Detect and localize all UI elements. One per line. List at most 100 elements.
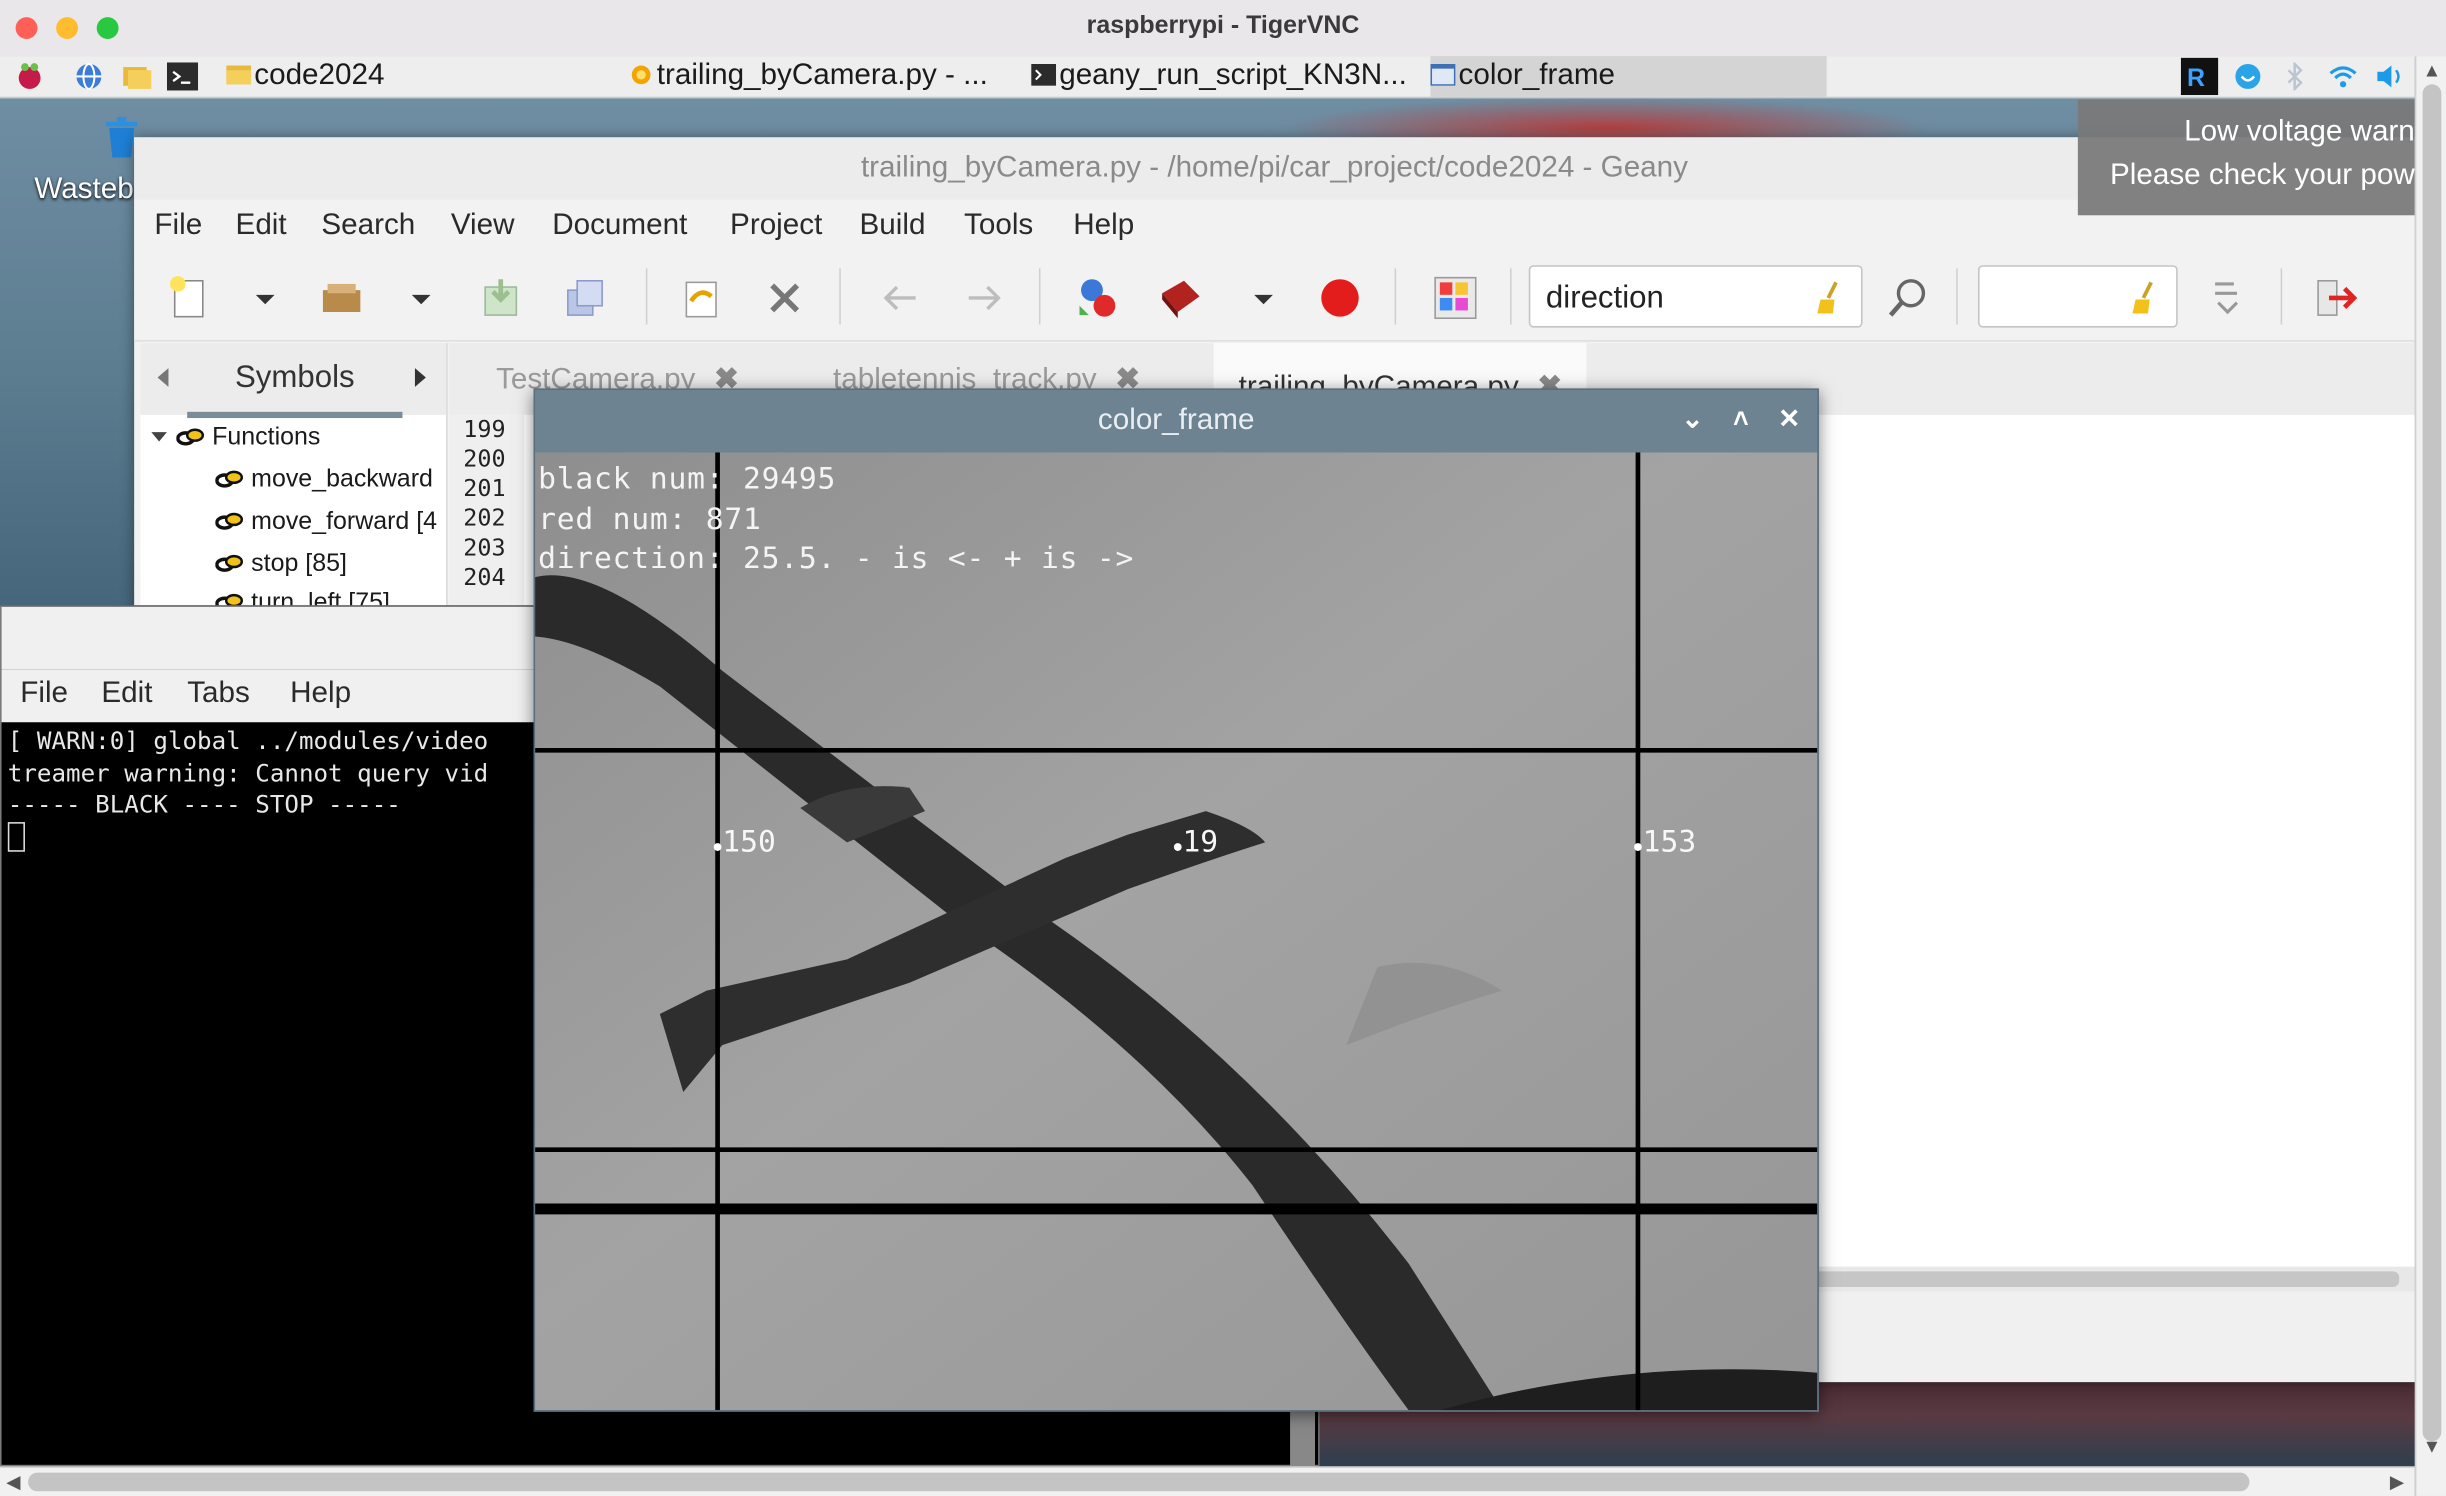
- wifi-icon[interactable]: [2327, 62, 2358, 90]
- open-file-icon[interactable]: [318, 275, 365, 322]
- menu-file[interactable]: File: [154, 209, 202, 243]
- minimize-chevron-icon[interactable]: ⌄: [1677, 404, 1708, 435]
- menu-document[interactable]: Document: [552, 209, 687, 243]
- scrollbar-thumb[interactable]: [2422, 84, 2442, 1442]
- file-manager-icon[interactable]: [122, 62, 153, 90]
- menu-build[interactable]: Build: [860, 209, 926, 243]
- compile-icon[interactable]: [1073, 275, 1120, 322]
- terminal-menu-file[interactable]: File: [20, 677, 68, 711]
- menu-search[interactable]: Search: [321, 209, 415, 243]
- maximize-chevron-icon[interactable]: ˄: [1725, 404, 1756, 435]
- taskbar-item-color-frame[interactable]: color_frame: [1430, 56, 1827, 97]
- low-voltage-notification[interactable]: Low voltage warn Please check your pow: [2077, 99, 2415, 216]
- tree-item[interactable]: stop [85]: [215, 551, 347, 579]
- new-file-icon[interactable]: [165, 275, 212, 322]
- close-file-icon[interactable]: [761, 275, 808, 322]
- revert-icon[interactable]: [677, 275, 724, 322]
- scroll-up-arrow-icon[interactable]: ▲: [2423, 59, 2442, 81]
- vnc-vertical-scrollbar[interactable]: ▲ ▼: [2414, 56, 2446, 1496]
- build-dropdown-icon[interactable]: [1248, 275, 1279, 322]
- open-dropdown-icon[interactable]: [406, 275, 437, 322]
- tree-item-label: move_backward: [251, 466, 433, 493]
- clear-search-icon[interactable]: [1814, 281, 1845, 315]
- raspberry-menu-icon[interactable]: [16, 62, 44, 90]
- save-all-icon[interactable]: [562, 275, 609, 322]
- clear-goto-icon[interactable]: [2129, 281, 2160, 315]
- tree-item-label: stop [85]: [251, 550, 347, 578]
- tree-root-label: Functions: [212, 424, 321, 451]
- scrollbar-thumb[interactable]: [28, 1472, 2250, 1492]
- vnc-titlebar: raspberrypi - TigerVNC: [0, 0, 2446, 58]
- build-icon[interactable]: [1157, 275, 1204, 322]
- scroll-left-arrow-icon[interactable]: ◀: [6, 1471, 20, 1493]
- terminal-output[interactable]: [ WARN:0] global ../modules/video treamer…: [7, 725, 489, 855]
- terminal-line: treamer warning: Cannot query vid: [7, 758, 489, 787]
- taskbar-item-label: code2024: [254, 59, 385, 93]
- line-number: 199: [463, 414, 506, 444]
- function-icon: [176, 428, 205, 446]
- line-number: 203: [463, 533, 506, 562]
- overlay-red-num: red num: 871: [538, 502, 762, 537]
- scroll-down-arrow-icon[interactable]: ▼: [2423, 1435, 2442, 1457]
- terminal-scrollbar[interactable]: [1290, 1411, 1316, 1468]
- terminal-menu-edit[interactable]: Edit: [101, 677, 152, 711]
- color-chooser-icon[interactable]: [1432, 275, 1479, 322]
- tracking-point: [1634, 843, 1642, 851]
- overlay-black-num: black num: 29495: [538, 461, 837, 497]
- terminal-menu-tabs[interactable]: Tabs: [187, 677, 250, 711]
- scroll-right-arrow-icon[interactable]: ▶: [2390, 1471, 2404, 1493]
- taskbar-item-code2024[interactable]: code2024: [226, 56, 600, 97]
- taskbar-item-geany-run-script[interactable]: geany_run_script_KN3N...: [1031, 56, 1424, 97]
- tree-item[interactable]: move_backward: [215, 466, 433, 494]
- stop-icon[interactable]: [1317, 275, 1364, 322]
- svg-text:R: R: [2187, 64, 2205, 92]
- geany-toolbar: direction: [134, 252, 2415, 342]
- camera-view: black num: 29495 red num: 871 direction:…: [535, 452, 1818, 1411]
- color-frame-window: color_frame ⌄ ˄ ✕ black num: 29495 red n…: [533, 388, 1819, 1412]
- new-dropdown-icon[interactable]: [250, 275, 281, 322]
- tab-scroll-left-icon[interactable]: [153, 365, 172, 390]
- notification-line1: Low voltage warn: [2184, 115, 2415, 149]
- back-icon[interactable]: [877, 275, 924, 322]
- terminal-cursor: [7, 821, 25, 851]
- terminal-menu-help[interactable]: Help: [290, 677, 351, 711]
- vnc-server-icon[interactable]: R: [2180, 57, 2219, 96]
- tab-symbols[interactable]: Symbols: [187, 343, 403, 419]
- line-number: 202: [463, 503, 506, 532]
- save-icon[interactable]: [477, 275, 524, 322]
- menu-view[interactable]: View: [451, 209, 515, 243]
- find-icon[interactable]: [1884, 275, 1931, 322]
- tree-item[interactable]: move_forward [4: [215, 509, 437, 537]
- notification-line2: Please check your pow: [2110, 159, 2415, 192]
- menu-edit[interactable]: Edit: [236, 209, 287, 243]
- terminal-line: ----- BLACK ---- STOP -----: [7, 790, 401, 819]
- terminal-cursor-line: [7, 821, 488, 855]
- scrollbar-thumb[interactable]: [1790, 1271, 2400, 1287]
- terminal-launcher-icon[interactable]: [166, 62, 199, 91]
- quit-icon[interactable]: [2312, 275, 2359, 322]
- line-number: 201: [463, 474, 506, 503]
- tree-functions[interactable]: Functions: [150, 424, 321, 452]
- goto-line-input[interactable]: [1978, 265, 2178, 328]
- geany-menubar: File Edit Search View Document Project B…: [134, 199, 2415, 253]
- bluetooth-icon[interactable]: [2284, 62, 2306, 91]
- forward-icon[interactable]: [961, 275, 1008, 322]
- menu-project[interactable]: Project: [730, 209, 822, 243]
- toolbar-separator: [1956, 268, 1958, 325]
- tab-scroll-right-icon[interactable]: [412, 365, 431, 390]
- browser-icon[interactable]: [75, 62, 103, 90]
- menu-tools[interactable]: Tools: [964, 209, 1033, 243]
- search-input[interactable]: direction: [1528, 265, 1863, 328]
- toolbar-separator: [1510, 268, 1512, 325]
- point-label-center: 19: [1182, 825, 1219, 860]
- close-icon[interactable]: ✕: [1774, 404, 1805, 435]
- expander-icon[interactable]: [150, 426, 169, 448]
- tree-item-label: move_forward [4: [251, 508, 438, 536]
- menu-help[interactable]: Help: [1073, 209, 1134, 243]
- volume-icon[interactable]: [2374, 62, 2408, 90]
- function-icon: [215, 554, 244, 572]
- update-icon[interactable]: [2234, 62, 2262, 90]
- taskbar-item-geany[interactable]: trailing_byCamera.py - ...: [629, 56, 1016, 97]
- jump-to-line-icon[interactable]: [2203, 275, 2250, 322]
- vnc-horizontal-scrollbar[interactable]: ◀ ▶: [0, 1466, 2415, 1496]
